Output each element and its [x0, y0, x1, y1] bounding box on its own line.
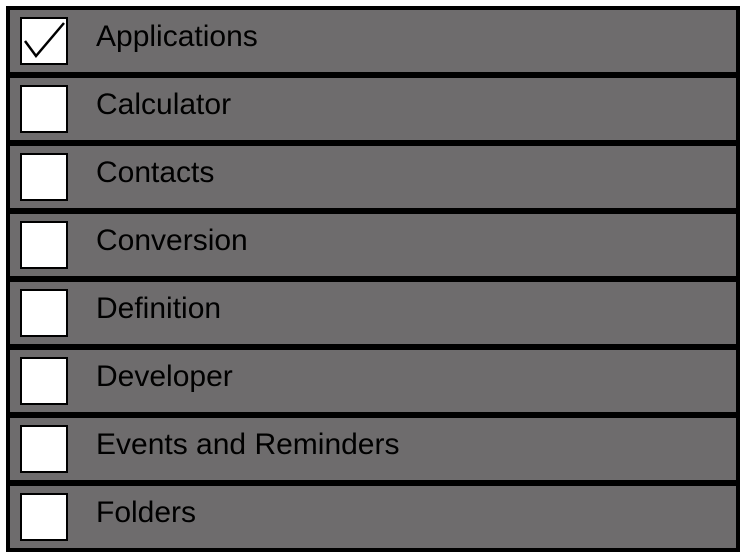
checkbox-definition[interactable]: [20, 289, 68, 337]
list-item-label: Calculator: [96, 88, 232, 121]
list-item-label: Definition: [96, 292, 222, 325]
checkbox-conversion[interactable]: [20, 221, 68, 269]
list-item-label: Applications: [96, 20, 258, 53]
checkbox-contacts[interactable]: [20, 153, 68, 201]
category-checklist: Applications Calculator Contacts Convers…: [6, 6, 740, 552]
list-item-label: Events and Reminders: [96, 428, 400, 461]
list-item-applications[interactable]: Applications: [10, 10, 736, 72]
list-item-definition[interactable]: Definition: [10, 282, 736, 344]
list-item-label: Folders: [96, 496, 197, 529]
checkbox-folders[interactable]: [20, 493, 68, 541]
list-item-folders[interactable]: Folders: [10, 486, 736, 548]
checkbox-calculator[interactable]: [20, 85, 68, 133]
list-item-conversion[interactable]: Conversion: [10, 214, 736, 276]
list-item-events-and-reminders[interactable]: Events and Reminders: [10, 418, 736, 480]
checkbox-applications[interactable]: [20, 17, 68, 65]
list-item-calculator[interactable]: Calculator: [10, 78, 736, 140]
checkbox-events-and-reminders[interactable]: [20, 425, 68, 473]
list-item-developer[interactable]: Developer: [10, 350, 736, 412]
list-item-label: Conversion: [96, 224, 248, 257]
checkbox-developer[interactable]: [20, 357, 68, 405]
list-item-label: Developer: [96, 360, 233, 393]
list-item-label: Contacts: [96, 156, 215, 189]
checkmark-icon: [23, 22, 65, 59]
list-item-contacts[interactable]: Contacts: [10, 146, 736, 208]
